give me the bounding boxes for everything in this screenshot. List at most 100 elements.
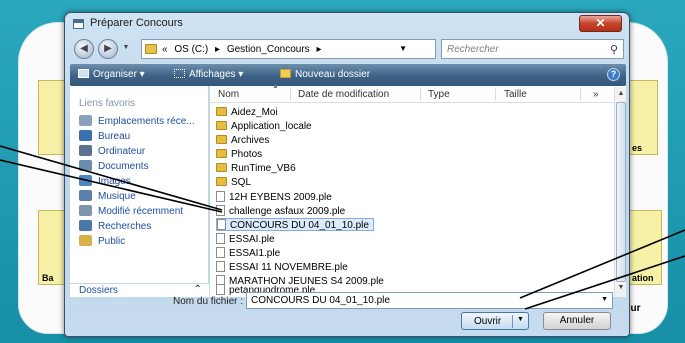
dialog-title: Préparer Concours — [90, 17, 183, 29]
column-type[interactable]: Type — [428, 89, 450, 100]
nav-item-pictures[interactable]: Images — [79, 175, 131, 187]
list-item[interactable]: ESSAI 11 NOVEMBRE.ple — [216, 261, 348, 274]
desktop-icon — [79, 130, 92, 141]
file-name: ESSAI.ple — [229, 234, 275, 245]
list-item[interactable]: SQL — [216, 177, 251, 190]
close-button[interactable]: ✕ — [579, 15, 622, 32]
recent-places-icon — [79, 115, 92, 126]
list-item-selected[interactable]: CONCOURS DU 04_01_10.ple — [216, 218, 374, 231]
column-size[interactable]: Taille — [504, 89, 527, 100]
filename-value[interactable]: CONCOURS DU 04_01_10.ple — [251, 295, 390, 306]
favorites-header: Liens favoris — [79, 98, 136, 109]
list-item[interactable]: 12H EYBENS 2009.ple — [216, 191, 332, 204]
nav-item-public[interactable]: Public — [79, 235, 125, 247]
breadcrumb-separator[interactable]: ▸ — [316, 44, 321, 55]
list-item[interactable]: Aidez_Moi — [216, 107, 278, 120]
back-button[interactable]: ◀ — [74, 39, 94, 59]
vertical-scrollbar[interactable]: ▲ ▼ — [614, 87, 626, 297]
organize-menu[interactable]: Organiser ▾ — [78, 69, 145, 80]
nav-item-searches[interactable]: Recherches — [79, 220, 151, 232]
file-icon — [216, 284, 225, 295]
background-tile[interactable]: es — [628, 80, 658, 155]
file-name: CONCOURS DU 04_01_10.ple — [230, 220, 369, 231]
views-icon — [174, 69, 185, 78]
list-item[interactable]: Application_locale — [216, 121, 312, 134]
list-item[interactable]: Archives — [216, 135, 269, 148]
breadcrumb-separator[interactable]: ▸ — [215, 44, 220, 55]
nav-item-music[interactable]: Musique — [79, 190, 136, 202]
search-input[interactable]: Rechercher — [447, 44, 499, 55]
chevron-down-icon[interactable]: ▼ — [601, 296, 608, 303]
list-item[interactable]: RunTime_VB6 — [216, 163, 296, 176]
search-icon[interactable]: ⚲ — [610, 43, 618, 56]
file-list: Nom ▲ Date de modification Type Taille »… — [210, 83, 626, 297]
address-bar[interactable]: « OS (C:) ▸ Gestion_Concours ▸ ▼ ↻ — [141, 39, 494, 59]
column-divider[interactable] — [580, 88, 581, 101]
list-item[interactable]: Photos — [216, 149, 262, 162]
folders-toggle[interactable]: Dossiers ⌃ — [70, 283, 209, 297]
open-label: Ouvrir — [474, 316, 502, 327]
open-file-dialog: Préparer Concours ✕ ◀ ▶ ▼ « OS (C:) ▸ Ge… — [64, 12, 630, 337]
list-item[interactable]: ESSAI.ple — [216, 233, 275, 246]
chevron-down-icon[interactable]: ▼ — [517, 316, 524, 323]
file-name: 12H EYBENS 2009.ple — [229, 192, 332, 203]
new-folder-button[interactable]: Nouveau dossier — [280, 69, 370, 80]
new-folder-icon — [280, 69, 291, 78]
scroll-down-icon[interactable]: ▼ — [616, 284, 626, 294]
organize-label: Organiser ▾ — [93, 69, 145, 80]
help-icon[interactable]: ? — [607, 68, 620, 81]
file-name: Aidez_Moi — [231, 107, 278, 118]
history-dropdown[interactable]: ▼ — [119, 39, 133, 59]
file-name: SQL — [231, 177, 252, 188]
nav-item-desktop[interactable]: Bureau — [79, 130, 130, 142]
pictures-icon — [79, 175, 92, 186]
file-name: RunTime_VB6 — [231, 163, 296, 174]
nav-item-recently-changed[interactable]: Modifié récemment — [79, 205, 183, 217]
breadcrumb-overflow[interactable]: « — [162, 44, 168, 55]
file-icon — [217, 219, 226, 230]
column-divider[interactable] — [420, 88, 421, 101]
nav-item-computer[interactable]: Ordinateur — [79, 145, 145, 157]
nav-item-label: Bureau — [98, 131, 131, 142]
open-button[interactable]: Ouvrir ▼ — [461, 312, 529, 330]
breadcrumb-folder[interactable]: Gestion_Concours — [227, 44, 310, 55]
computer-icon — [79, 145, 92, 156]
file-name: challenge asfaux 2009.ple — [229, 206, 346, 217]
folder-icon — [216, 163, 227, 172]
nav-item-documents[interactable]: Documents — [79, 160, 149, 172]
column-divider[interactable] — [290, 88, 291, 101]
folder-icon — [216, 149, 227, 158]
music-icon — [79, 190, 92, 201]
list-item[interactable]: ESSAI1.ple — [216, 247, 280, 260]
column-divider[interactable] — [495, 88, 496, 101]
forward-button[interactable]: ▶ — [98, 39, 118, 59]
address-dropdown-icon[interactable]: ▼ — [399, 44, 407, 53]
nav-item-recent-places[interactable]: Emplacements réce... — [79, 115, 195, 127]
file-icon — [216, 191, 225, 202]
column-more[interactable]: » — [593, 89, 599, 100]
title-bar[interactable]: Préparer Concours ✕ — [65, 13, 629, 35]
scroll-up-icon[interactable]: ▲ — [616, 90, 626, 100]
column-modified[interactable]: Date de modification — [298, 89, 389, 100]
folders-label: Dossiers — [79, 285, 118, 296]
folder-icon — [216, 107, 227, 116]
file-name: Archives — [231, 135, 270, 146]
file-name: Photos — [231, 149, 263, 160]
nav-item-label: Modifié récemment — [98, 206, 184, 217]
filename-field[interactable]: CONCOURS DU 04_01_10.ple ▼ — [246, 292, 613, 309]
views-menu[interactable]: Affichages ▾ — [174, 69, 243, 80]
scroll-thumb[interactable] — [616, 102, 626, 282]
nav-item-label: Emplacements réce... — [98, 116, 195, 127]
folder-icon — [145, 44, 157, 54]
search-box[interactable]: Rechercher ⚲ — [441, 39, 624, 59]
nav-item-label: Public — [98, 236, 126, 247]
filename-label: Nom du fichier : — [173, 296, 244, 307]
breadcrumb-drive[interactable]: OS (C:) — [174, 44, 208, 55]
list-item[interactable]: challenge asfaux 2009.ple — [216, 205, 345, 218]
background-tile[interactable]: ation — [628, 210, 662, 285]
cancel-button[interactable]: Annuler — [543, 312, 611, 330]
column-name[interactable]: Nom — [218, 89, 239, 100]
chevron-up-icon: ⌃ — [193, 284, 202, 295]
folder-icon — [216, 121, 227, 130]
breadcrumb[interactable]: « OS (C:) ▸ Gestion_Concours ▸ — [162, 44, 325, 55]
